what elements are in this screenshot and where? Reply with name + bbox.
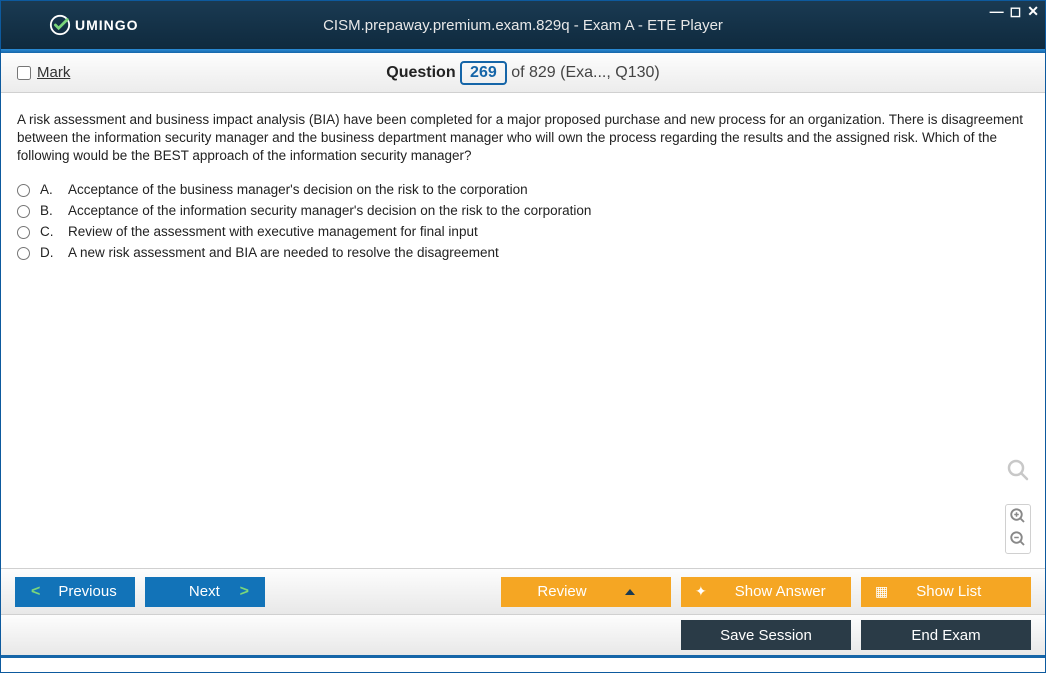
next-label: Next: [189, 583, 220, 600]
maximize-button[interactable]: ◻: [1010, 3, 1022, 20]
answer-letter: A.: [40, 182, 58, 197]
question-word: Question: [386, 64, 455, 81]
zoom-in-icon[interactable]: [1009, 507, 1027, 528]
review-label: Review: [537, 583, 586, 600]
app-logo: UMINGO: [1, 14, 139, 36]
next-button[interactable]: Next >: [145, 577, 265, 607]
mark-checkbox-wrap[interactable]: Mark: [17, 64, 70, 81]
footer-navigation: < Previous Next > Review ✦ Show Answer ▦…: [1, 568, 1045, 614]
end-exam-button[interactable]: End Exam: [861, 620, 1031, 650]
list-icon: ▦: [875, 583, 888, 600]
question-header: Mark Question 269 of 829 (Exa..., Q130): [1, 53, 1045, 93]
previous-button[interactable]: < Previous: [15, 577, 135, 607]
puzzle-icon: ✦: [695, 583, 707, 600]
window-controls: — ◻ ✕: [990, 3, 1039, 20]
answers-list: A. Acceptance of the business manager's …: [17, 182, 1029, 260]
answer-letter: B.: [40, 203, 58, 218]
answer-letter: D.: [40, 245, 58, 260]
answer-radio[interactable]: [17, 247, 30, 260]
answer-text: Acceptance of the business manager's dec…: [68, 182, 528, 197]
answer-radio[interactable]: [17, 205, 30, 218]
show-answer-button[interactable]: ✦ Show Answer: [681, 577, 851, 607]
question-text: A risk assessment and business impact an…: [17, 111, 1029, 166]
end-exam-label: End Exam: [911, 627, 980, 644]
previous-label: Previous: [58, 583, 116, 600]
title-bar: UMINGO CISM.prepaway.premium.exam.829q -…: [1, 1, 1045, 49]
answer-option-b[interactable]: B. Acceptance of the information securit…: [17, 203, 1029, 218]
answer-option-d[interactable]: D. A new risk assessment and BIA are nee…: [17, 245, 1029, 260]
window-title: CISM.prepaway.premium.exam.829q - Exam A…: [1, 17, 1045, 34]
show-answer-label: Show Answer: [735, 583, 826, 600]
answer-option-c[interactable]: C. Review of the assessment with executi…: [17, 224, 1029, 239]
close-button[interactable]: ✕: [1027, 3, 1039, 20]
mark-checkbox[interactable]: [17, 66, 31, 80]
checkmark-logo-icon: [49, 14, 71, 36]
save-session-label: Save Session: [720, 627, 812, 644]
zoom-tools: [1005, 458, 1031, 554]
logo-text: UMINGO: [75, 17, 139, 33]
mark-label[interactable]: Mark: [37, 64, 70, 81]
show-list-label: Show List: [916, 583, 981, 600]
question-number-input[interactable]: 269: [460, 61, 507, 85]
minimize-button[interactable]: —: [990, 3, 1004, 20]
show-list-button[interactable]: ▦ Show List: [861, 577, 1031, 607]
question-content: A risk assessment and business impact an…: [1, 93, 1045, 568]
answer-text: A new risk assessment and BIA are needed…: [68, 245, 499, 260]
zoom-out-icon[interactable]: [1009, 530, 1027, 551]
answer-radio[interactable]: [17, 226, 30, 239]
answer-letter: C.: [40, 224, 58, 239]
search-icon[interactable]: [1006, 458, 1030, 488]
zoom-box: [1005, 504, 1031, 554]
save-session-button[interactable]: Save Session: [681, 620, 851, 650]
question-of-text: of 829 (Exa..., Q130): [511, 64, 660, 81]
review-button[interactable]: Review: [501, 577, 671, 607]
question-indicator: Question 269 of 829 (Exa..., Q130): [1, 61, 1045, 85]
triangle-up-icon: [625, 589, 635, 595]
answer-radio[interactable]: [17, 184, 30, 197]
answer-text: Review of the assessment with executive …: [68, 224, 478, 239]
footer-session: Save Session End Exam: [1, 614, 1045, 658]
answer-option-a[interactable]: A. Acceptance of the business manager's …: [17, 182, 1029, 197]
chevron-left-icon: <: [31, 583, 40, 601]
answer-text: Acceptance of the information security m…: [68, 203, 591, 218]
chevron-right-icon: >: [240, 583, 249, 601]
